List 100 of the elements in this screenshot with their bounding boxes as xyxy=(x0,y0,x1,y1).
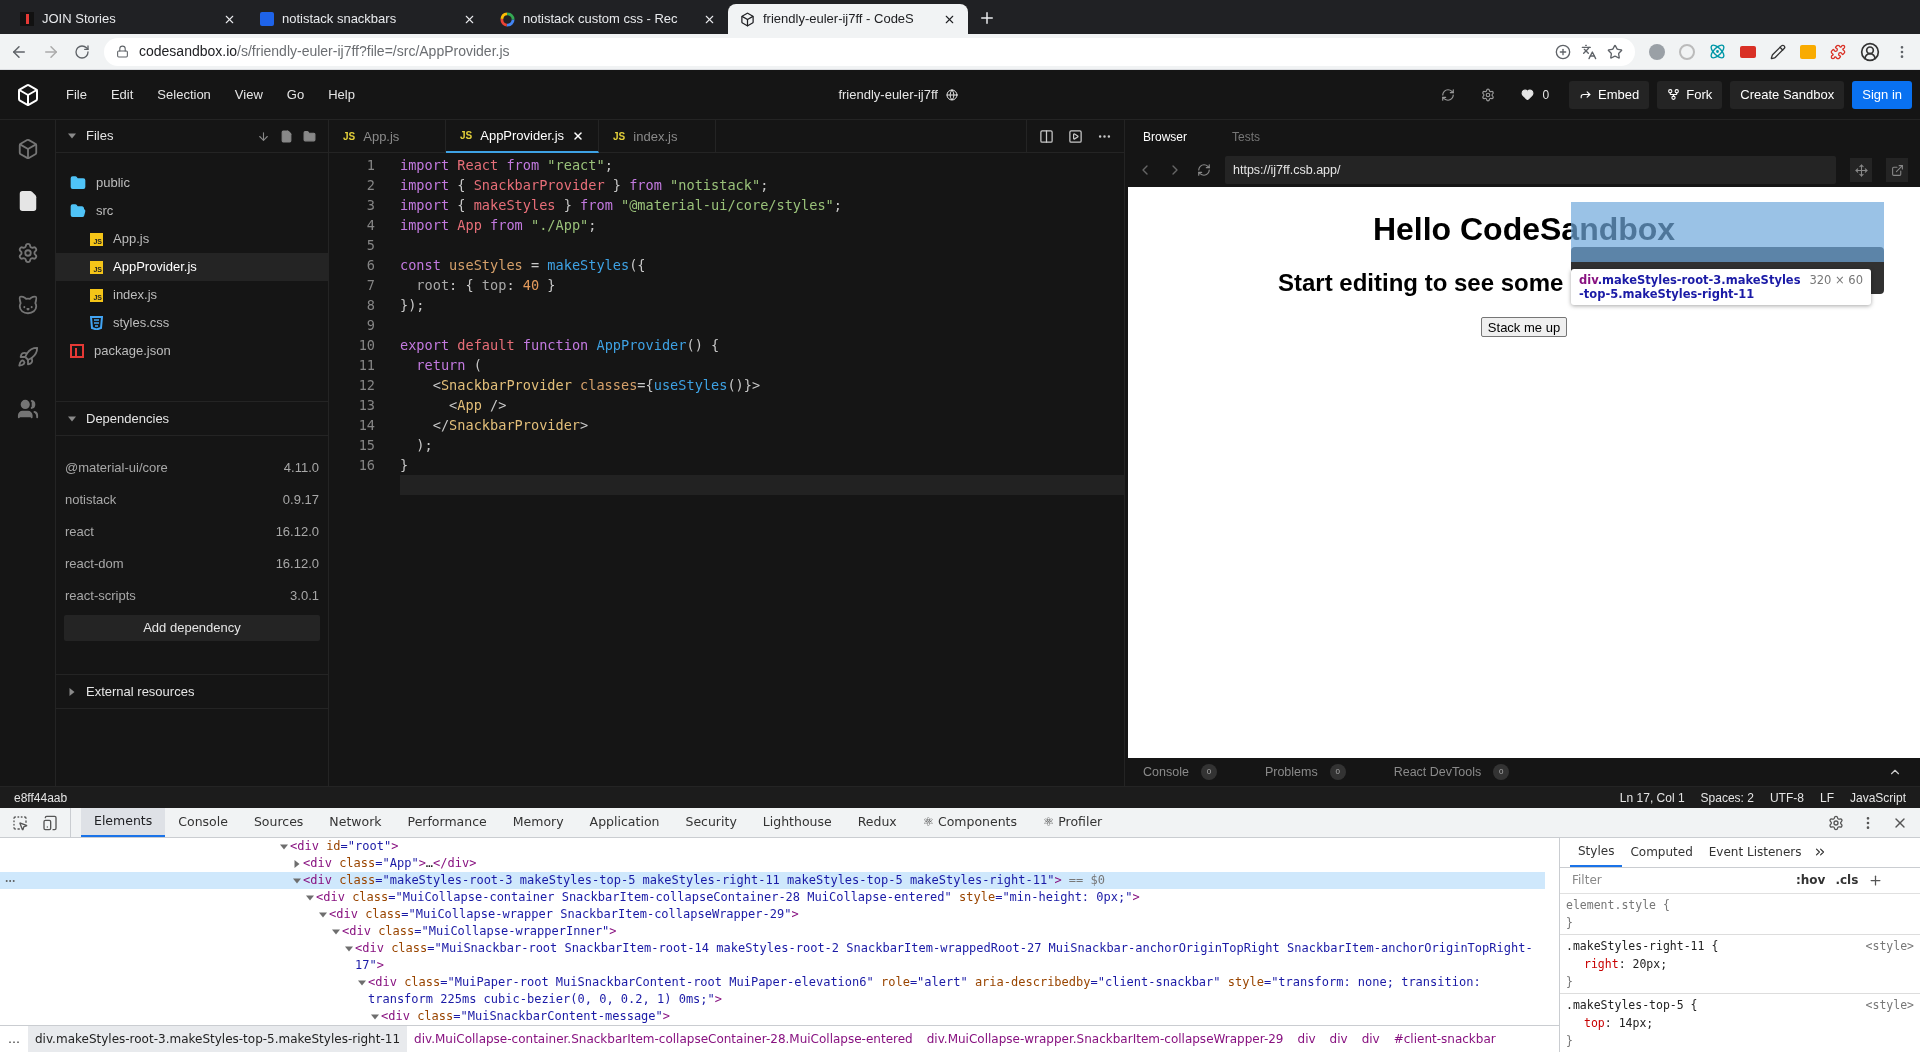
styles-tab[interactable]: Computed xyxy=(1622,838,1701,867)
create-sandbox-button[interactable]: Create Sandbox xyxy=(1730,80,1845,109)
settings-icon[interactable] xyxy=(16,242,39,264)
atom-icon[interactable] xyxy=(1709,43,1726,60)
panel-tab[interactable]: React DevTools xyxy=(1393,762,1482,782)
extension-icon[interactable] xyxy=(1740,45,1756,58)
file-tree-item[interactable]: public xyxy=(56,169,328,197)
caret-down-icon[interactable] xyxy=(306,893,314,902)
dependency-name[interactable]: react-dom xyxy=(65,554,124,574)
menu-item[interactable]: Edit xyxy=(110,84,134,105)
panel-tab[interactable]: Problems xyxy=(1264,762,1318,782)
menu-item[interactable]: File xyxy=(66,84,87,105)
caret-right-icon[interactable] xyxy=(68,687,76,696)
stack-button[interactable]: Stack me up xyxy=(1480,317,1568,337)
breadcrumb[interactable]: div xyxy=(1354,1025,1387,1052)
caret-down-icon[interactable] xyxy=(332,927,340,936)
dependency-name[interactable]: react-scripts xyxy=(65,586,136,606)
breadcrumb[interactable]: div.MuiCollapse-container.SnackbarItem-collapseContainer-28.MuiCollapse-entered xyxy=(407,1025,920,1052)
menu-item[interactable]: View xyxy=(234,84,263,105)
dom-tree-row[interactable]: <div class="makeStyles-root-3 makeStyles-top-5 makeStyles-right-11 makeStyles-top-5 makeStyles-right-11"> == $0 xyxy=(0,872,1545,889)
cat-icon[interactable] xyxy=(16,294,39,316)
dom-tree-row[interactable]: <div class="App">…</div> xyxy=(0,855,1545,872)
settings-icon[interactable] xyxy=(1481,87,1496,102)
puzzle-icon[interactable] xyxy=(1830,43,1846,60)
editor-tab[interactable]: JS AppProvider.js xyxy=(446,120,600,153)
pencil-icon[interactable] xyxy=(1770,43,1786,60)
devtools-tab[interactable]: Lighthouse xyxy=(749,808,845,837)
caret-down-icon[interactable] xyxy=(371,1012,379,1021)
refresh-icon[interactable] xyxy=(1197,163,1211,177)
reload-icon[interactable] xyxy=(74,43,90,60)
add-rule-icon[interactable] xyxy=(1868,872,1884,888)
editor-tab[interactable]: JS index.js xyxy=(599,120,717,153)
dependency-name[interactable]: @material-ui/core xyxy=(65,458,168,478)
close-icon[interactable] xyxy=(572,129,585,142)
dom-tree-row[interactable]: <div class="MuiSnackbarContent-message"> xyxy=(0,1008,1545,1025)
devtools-tab[interactable]: Network xyxy=(316,808,395,837)
rocket-icon[interactable] xyxy=(16,346,39,368)
preview-tab[interactable]: Browser xyxy=(1143,127,1187,146)
breadcrumb[interactable]: div.makeStyles-root-3.makeStyles-top-5.makeStyles-right-11 xyxy=(28,1025,408,1052)
dom-tree-row[interactable]: <div class="MuiCollapse-container SnackbarItem-collapseContainer-28 MuiCollapse-entered" style="min-height: 0px;"> xyxy=(0,889,1545,906)
rule-source[interactable]: <style> xyxy=(1865,936,1914,955)
dependency-name[interactable]: notistack xyxy=(65,490,117,510)
caret-down-icon[interactable] xyxy=(68,132,76,140)
new-tab-icon[interactable] xyxy=(978,9,996,27)
caret-down-icon[interactable] xyxy=(68,414,76,423)
new-file-icon[interactable] xyxy=(280,129,293,143)
sign-in-button[interactable]: Sign in xyxy=(1852,80,1912,109)
chrome-window-tab[interactable]: notistack snackbars xyxy=(248,4,488,34)
translate-icon[interactable] xyxy=(1581,43,1597,60)
devtools-tab[interactable]: Console xyxy=(165,808,241,837)
cls-toggle[interactable]: .cls xyxy=(1835,871,1859,890)
file-tree-item[interactable]: package.json xyxy=(56,337,328,365)
dependency-name[interactable]: react xyxy=(65,522,94,542)
external-link-icon[interactable] xyxy=(1890,163,1904,177)
menu-item[interactable]: Go xyxy=(286,84,305,105)
new-folder-icon[interactable] xyxy=(303,129,316,143)
devtools-tab[interactable]: ⚛ Profiler xyxy=(1030,808,1116,837)
menu-item[interactable]: Selection xyxy=(157,84,211,105)
preview-icon[interactable] xyxy=(1068,128,1083,144)
url-field[interactable]: https://ij7ff.csb.app/ xyxy=(1225,156,1836,184)
address-field[interactable]: codesandbox.io/s/friendly-euler-ij7ff?file=/src/AppProvider.js xyxy=(104,37,1635,66)
caret-down-icon[interactable] xyxy=(319,910,327,919)
breadcrumb[interactable]: div.MuiCollapse-wrapper.SnackbarItem-collapseWrapper-29 xyxy=(919,1025,1291,1052)
devtools-tab[interactable]: Performance xyxy=(394,808,500,837)
editor-tab[interactable]: JS App.js xyxy=(329,120,446,153)
devtools-tab[interactable]: Application xyxy=(576,808,673,837)
dom-tree-row[interactable]: <div class="MuiCollapse-wrapperInner"> xyxy=(0,923,1545,940)
rule-source[interactable]: <style> xyxy=(1865,995,1914,1014)
chrome-window-tab[interactable]: notistack custom css - Rec xyxy=(488,4,728,34)
dom-tree-row[interactable]: <div class="MuiSnackbar-root SnackbarItem-root-14 makeStyles-root-2 SnackbarItem-wrappedRoot-27 MuiSnackbar-anchorOriginTopRight SnackbarItem-anchorOriginTopRight-17"> xyxy=(0,940,1545,974)
file-tree-item[interactable]: styles.css xyxy=(56,309,328,337)
caret-down-icon[interactable] xyxy=(280,842,288,851)
chrome-window-tab[interactable]: friendly-euler-ij7ff - CodeS xyxy=(728,4,968,34)
styles-tab[interactable]: Styles xyxy=(1570,838,1623,867)
devtools-tab[interactable]: Elements xyxy=(81,808,166,837)
bookmark-icon[interactable] xyxy=(1607,43,1623,60)
menu-item[interactable]: Help xyxy=(328,84,355,105)
fork-button[interactable]: Fork xyxy=(1657,80,1723,109)
breadcrumb[interactable]: div xyxy=(1290,1025,1323,1052)
download-icon[interactable] xyxy=(257,129,270,143)
styles-tab[interactable]: Event Listeners xyxy=(1700,838,1810,867)
profile-icon[interactable] xyxy=(1860,41,1880,62)
embed-button[interactable]: Embed xyxy=(1569,80,1650,109)
breadcrumb-more[interactable]: … xyxy=(0,1030,28,1048)
people-icon[interactable] xyxy=(16,398,39,420)
caret-down-icon[interactable] xyxy=(358,978,366,987)
devtools-tab[interactable]: Memory xyxy=(499,808,577,837)
caret-down-icon[interactable] xyxy=(345,944,353,953)
devtools-tab[interactable]: Sources xyxy=(240,808,317,837)
dom-tree-row[interactable]: <div id="root"> xyxy=(0,838,1545,855)
settings-icon[interactable] xyxy=(1828,814,1844,831)
cube-icon[interactable] xyxy=(16,82,40,107)
devtools-tab[interactable]: Redux xyxy=(844,808,910,837)
device-icon[interactable] xyxy=(42,814,58,831)
caret-right-icon[interactable] xyxy=(293,859,301,868)
install-icon[interactable] xyxy=(1555,43,1571,60)
devtools-tab[interactable]: ⚛ Components xyxy=(909,808,1031,837)
devtools-tab[interactable]: Security xyxy=(672,808,750,837)
split-view-icon[interactable] xyxy=(1039,128,1054,144)
like-icon[interactable] xyxy=(1521,88,1535,101)
